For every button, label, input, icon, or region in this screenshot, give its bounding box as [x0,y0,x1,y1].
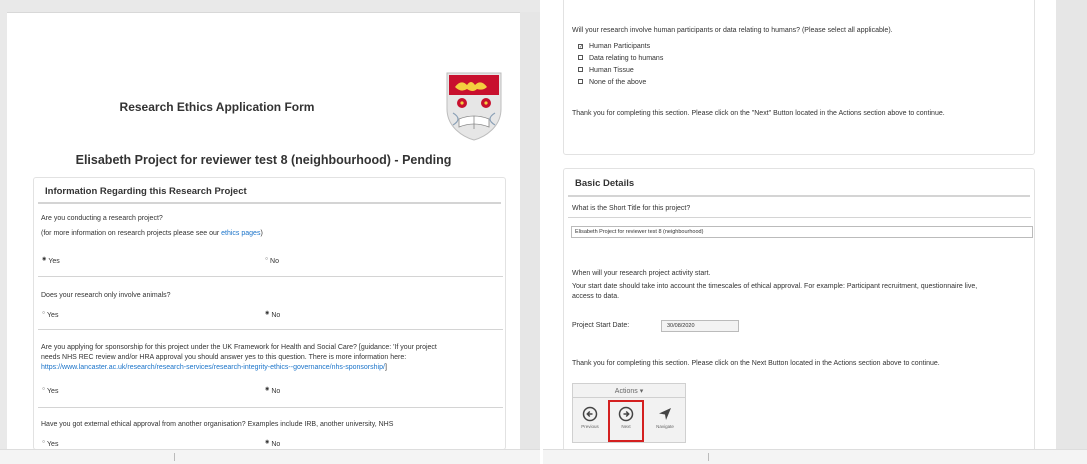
radio-empty-icon: ○ [42,310,46,316]
sponsorship-link-line: https://www.lancaster.ac.uk/research/res… [41,364,387,371]
chevron-down-icon: ▾ [639,388,644,395]
radio-selected-icon: ◉ [265,439,270,445]
divider [38,407,503,408]
start-date-note-2: access to data. [572,293,620,300]
actions-toolbar: Actions ▾ Previous Next Navigate [572,383,686,443]
question-conducting-research: Are you conducting a research project? [41,215,163,222]
checkbox-none[interactable]: None of the above [578,79,646,86]
left-screenshot-pane: Research Ethics Application Form Elisabe… [0,0,540,464]
short-title-question: What is the Short Title for this project… [572,205,691,212]
radio-yes-q3[interactable]: ○ Yes [42,386,58,395]
radio-no-q2[interactable]: ◉ No [265,310,280,319]
checkbox-human-tissue[interactable]: Human Tissue [578,67,634,74]
radio-selected-icon: ◉ [42,256,47,262]
radio-no-q1[interactable]: ○ No [265,256,279,265]
basic-details-title: Basic Details [568,169,1030,197]
participants-panel: Will your research involve human partici… [563,0,1035,155]
radio-selected-icon: ◉ [265,386,270,392]
checkbox-empty-icon [578,55,583,60]
participants-question: Will your research involve human partici… [572,27,893,34]
radio-no-q3[interactable]: ◉ No [265,386,280,395]
radio-no-q4[interactable]: ◉ No [265,439,280,448]
horizontal-scrollbar[interactable] [0,449,540,464]
previous-button[interactable]: Previous [575,402,605,440]
divider [38,276,503,277]
arrow-left-circle-icon [582,406,598,422]
checkbox-empty-icon [578,79,583,84]
research-note: (for more information on research projec… [41,230,263,237]
start-date-label: Project Start Date: [572,322,630,329]
navigate-button[interactable]: Navigate [650,402,680,440]
question-sponsorship-line1: Are you applying for sponsorship for thi… [41,344,437,351]
radio-empty-icon: ○ [42,386,46,392]
checkbox-human-participants[interactable]: ✓ Human Participants [578,43,650,50]
right-screenshot-pane: Will your research involve human partici… [543,0,1087,464]
vertical-scrollbar[interactable] [1056,0,1087,450]
basic-complete-message: Thank you for completing this section. P… [572,360,940,367]
radio-empty-icon: ○ [265,256,269,262]
start-date-note-1: Your start date should take into account… [572,283,978,290]
scroll-thumb[interactable] [708,453,716,461]
horizontal-scrollbar[interactable] [543,449,1087,464]
radio-yes-q4[interactable]: ○ Yes [42,439,58,448]
checkbox-checked-icon: ✓ [578,44,584,50]
project-title: Elisabeth Project for reviewer test 8 (n… [75,153,452,167]
checkbox-empty-icon [578,67,583,72]
question-external-approval: Have you got external ethical approval f… [41,421,394,428]
checkbox-data-relating[interactable]: Data relating to humans [578,55,663,62]
radio-selected-icon: ◉ [265,310,270,316]
ethics-pages-link[interactable]: ethics pages [221,230,260,237]
radio-empty-icon: ○ [42,439,46,445]
short-title-input[interactable]: Elisabeth Project for reviewer test 8 (n… [571,226,1033,238]
nhs-sponsorship-link[interactable]: https://www.lancaster.ac.uk/research/res… [41,364,385,371]
arrow-right-circle-icon [618,406,634,422]
research-info-panel: Information Regarding this Research Proj… [33,177,506,450]
divider [568,217,1031,218]
form-title: Research Ethics Application Form [119,100,315,114]
question-sponsorship-line2: needs NHS REC review and/or HRA approval… [41,354,407,361]
section-complete-message: Thank you for completing this section. P… [572,110,945,117]
next-button[interactable]: Next [608,400,644,442]
scroll-thumb[interactable] [174,453,182,461]
start-date-field[interactable]: 30/08/2020 [661,320,739,332]
radio-yes-q2[interactable]: ○ Yes [42,310,58,319]
divider [38,329,503,330]
vertical-scrollbar[interactable] [520,12,540,464]
start-date-question: When will your research project activity… [572,270,711,277]
university-crest-logo [446,72,502,141]
radio-yes-q1[interactable]: ◉ Yes [42,256,60,265]
section-title: Information Regarding this Research Proj… [38,178,501,204]
navigate-arrow-icon [659,408,671,420]
actions-dropdown[interactable]: Actions ▾ [573,384,685,398]
question-animals: Does your research only involve animals? [41,292,171,299]
form-document: Research Ethics Application Form Elisabe… [7,12,520,450]
